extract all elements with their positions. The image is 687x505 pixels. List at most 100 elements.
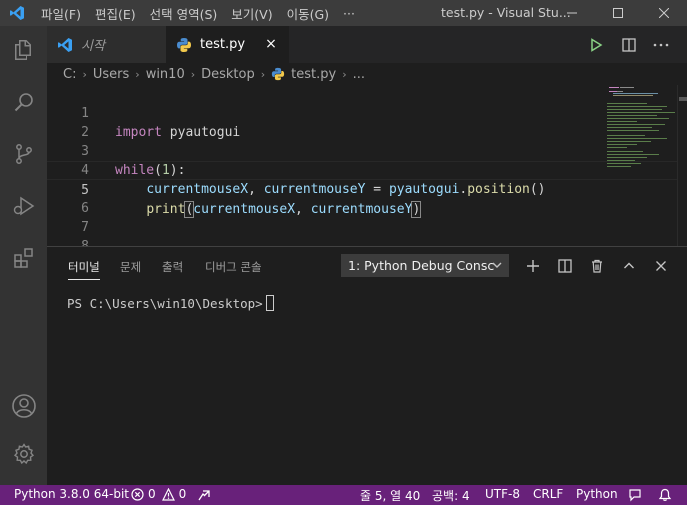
python-icon	[177, 37, 191, 52]
run-file-button[interactable]	[584, 33, 608, 57]
python-icon	[272, 67, 285, 81]
code-line: 4 currentmouseX, currentmouseY = pyautog…	[47, 142, 687, 197]
breadcrumb-win10[interactable]: win10	[146, 67, 185, 82]
tab-label: 시작	[81, 39, 105, 54]
manage-button[interactable]	[0, 432, 47, 476]
maximize-panel-button[interactable]	[618, 255, 640, 277]
play-icon	[591, 38, 603, 52]
end-of-line[interactable]: CRLF	[533, 487, 563, 501]
minimize-icon	[567, 12, 577, 14]
editor-tab-bar: 시작 test.py ×	[47, 26, 687, 63]
breadcrumb-drive[interactable]: C:	[63, 67, 76, 82]
more-actions-button[interactable]	[649, 33, 673, 57]
tab-label: test.py	[200, 37, 246, 52]
chevron-right-icon: ›	[260, 67, 266, 81]
chevron-up-icon	[624, 262, 634, 269]
language-mode[interactable]: Python	[576, 487, 618, 501]
source-control-button[interactable]	[0, 132, 47, 176]
close-panel-button[interactable]	[650, 255, 672, 277]
menu-file[interactable]: 파일(F)	[34, 4, 88, 23]
encoding[interactable]: UTF-8	[485, 487, 520, 501]
explorer-button[interactable]	[0, 28, 47, 72]
code-line: 6	[47, 180, 687, 216]
bell-icon	[658, 488, 672, 501]
close-icon	[659, 8, 669, 18]
line-number: 8	[47, 237, 89, 246]
notifications-button[interactable]	[658, 488, 672, 502]
tab-debug-console[interactable]: 디버그 콘솔	[205, 259, 262, 275]
vscode-logo-icon	[58, 37, 72, 52]
breadcrumb-users[interactable]: Users	[93, 67, 129, 82]
split-editor-icon	[622, 38, 636, 52]
breadcrumb-symbols[interactable]: ...	[353, 67, 365, 82]
source-control-icon	[15, 144, 32, 164]
python-interpreter[interactable]: Python 3.8.0 64-bit	[14, 487, 129, 501]
feedback-icon	[629, 489, 641, 502]
breadcrumb: C: › Users › win10 › Desktop › test.py ›…	[47, 63, 687, 85]
cursor-position[interactable]: 줄 5, 열 40	[360, 487, 420, 504]
menu-selection[interactable]: 선택 영역(S)	[143, 4, 225, 23]
trash-icon	[592, 259, 602, 273]
vscode-logo-icon	[0, 0, 34, 26]
breadcrumb-desktop[interactable]: Desktop	[201, 67, 255, 82]
search-icon	[14, 93, 33, 112]
error-icon	[131, 487, 144, 501]
menu-go[interactable]: 이동(G)	[280, 4, 336, 23]
terminal-output[interactable]: PS C:\Users\win10\Desktop>	[67, 295, 274, 311]
accounts-button[interactable]	[0, 384, 47, 428]
code-line: 8	[47, 218, 687, 246]
breadcrumb-file[interactable]: test.py	[291, 67, 336, 82]
live-share-icon	[198, 490, 210, 501]
maximize-icon	[613, 8, 623, 18]
extensions-button[interactable]	[0, 236, 47, 280]
feedback-button[interactable]	[628, 488, 642, 502]
problems-indicator[interactable]: 0 0	[131, 487, 186, 501]
tab-output[interactable]: 출력	[162, 259, 183, 275]
code-line: 7	[47, 199, 687, 235]
search-button[interactable]	[0, 80, 47, 124]
code-line: 3 while(1):	[47, 123, 687, 178]
chevron-right-icon: ›	[135, 67, 140, 81]
code-line-current: 5 print(currentmouseX, currentmouseY)	[47, 161, 687, 218]
maximize-button[interactable]	[595, 0, 641, 26]
terminal-cursor	[265, 295, 274, 311]
indentation[interactable]: 공백: 4	[432, 487, 470, 504]
split-terminal-button[interactable]	[554, 255, 576, 277]
ellipsis-icon	[653, 43, 669, 47]
terminal-select[interactable]: 1: Python Debug Consc	[341, 254, 509, 277]
run-debug-button[interactable]	[0, 184, 47, 228]
menu-more[interactable]: ···	[336, 6, 362, 21]
chevron-right-icon: ›	[82, 67, 87, 81]
code-line: 1 import pyautogui	[47, 85, 687, 140]
tab-problems[interactable]: 문제	[120, 259, 141, 275]
split-editor-button[interactable]	[617, 33, 641, 57]
split-terminal-icon	[558, 259, 572, 273]
close-window-button[interactable]	[641, 0, 687, 26]
kill-terminal-button[interactable]	[586, 255, 608, 277]
warning-icon	[161, 487, 175, 501]
bottom-panel: 터미널 문제 출력 디버그 콘솔 1: Python Debug Consc P…	[47, 246, 687, 485]
minimap[interactable]	[605, 85, 677, 246]
debug-icon	[13, 196, 34, 216]
live-share-button[interactable]	[197, 488, 211, 502]
plus-icon	[527, 260, 539, 272]
title-bar: 파일(F) 편집(E) 선택 영역(S) 보기(V) 이동(G) ··· tes…	[0, 0, 687, 26]
account-icon	[11, 394, 36, 418]
extensions-icon	[13, 248, 33, 268]
warning-count: 0	[178, 487, 187, 501]
minimize-button[interactable]	[549, 0, 595, 26]
tab-terminal[interactable]: 터미널	[68, 259, 100, 280]
tab-welcome[interactable]: 시작	[47, 26, 166, 63]
activity-bar	[0, 26, 47, 485]
code-editor[interactable]: 1 import pyautogui 2 3 while(1): 4 curre…	[47, 85, 687, 246]
new-terminal-button[interactable]	[522, 255, 544, 277]
close-tab-button[interactable]: ×	[263, 36, 279, 52]
scrollbar-thumb[interactable]	[679, 97, 687, 101]
menu-edit[interactable]: 편집(E)	[88, 4, 143, 23]
menu-view[interactable]: 보기(V)	[224, 4, 279, 23]
editor-scrollbar[interactable]	[677, 85, 687, 246]
tab-test-py[interactable]: test.py ×	[166, 26, 289, 63]
terminal-select-value: 1: Python Debug Consc	[348, 258, 495, 273]
error-count: 0	[148, 487, 156, 501]
chevron-down-icon	[492, 262, 502, 268]
